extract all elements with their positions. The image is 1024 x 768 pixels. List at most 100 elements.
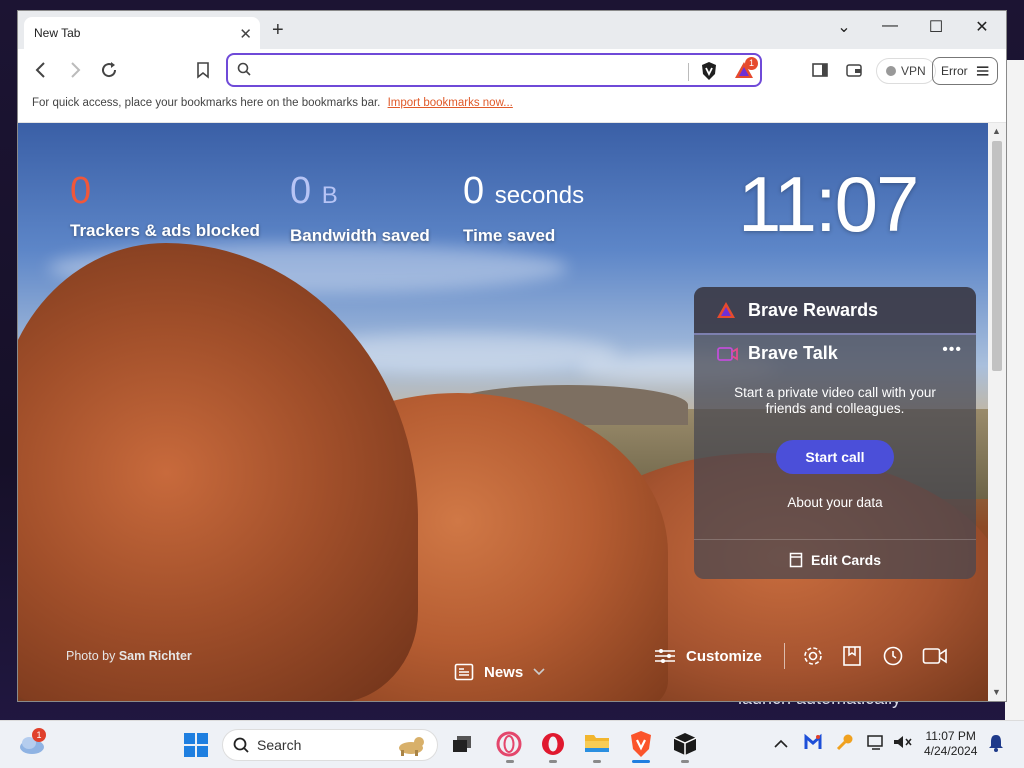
tab-new-tab[interactable]: New Tab ✕ (24, 17, 260, 49)
edit-cards-icon (789, 552, 803, 567)
volume-muted-icon[interactable] (892, 733, 912, 756)
search-icon (237, 62, 251, 76)
maximize-button[interactable]: ☐ (918, 17, 954, 37)
tab-title: New Tab (34, 26, 81, 40)
news-label: News (484, 663, 524, 681)
address-bar[interactable]: 1 (226, 53, 762, 87)
brave-talk-icon (717, 347, 738, 361)
show-hidden-icons-chevron-icon[interactable] (774, 735, 788, 753)
history-icon[interactable] (882, 645, 904, 672)
stat-bandwidth-label: Bandwidth saved (290, 226, 430, 245)
photo-credit-author[interactable]: Sam Richter (119, 649, 192, 663)
bookmark-icon[interactable] (196, 61, 210, 84)
error-label: Error (941, 64, 968, 78)
stat-bandwidth-unit: B (321, 182, 338, 209)
weather-notification-badge: 1 (32, 728, 46, 742)
close-tab-icon[interactable]: ✕ (239, 25, 252, 43)
search-highlight-dog-icon (399, 737, 424, 756)
opera-icon[interactable] (540, 731, 566, 762)
news-button[interactable]: News (454, 663, 545, 681)
reload-icon[interactable] (100, 61, 118, 84)
stat-time-value: 0 (463, 170, 485, 212)
system-clock[interactable]: 11:07 PM 4/24/2024 (924, 729, 977, 759)
video-call-icon[interactable] (922, 645, 948, 672)
red-rocks-left (18, 243, 418, 701)
taskbar: 1 Search 11:07 PM 4/24/2024 (0, 720, 1024, 768)
brave-talk-description: Start a private video call with your fri… (734, 385, 936, 416)
scroll-up-icon[interactable]: ▲ (992, 126, 1001, 136)
photo-credit: Photo by Sam Richter (66, 649, 192, 663)
new-tab-page: 0 Trackers & ads blocked 0 B Bandwidth s… (18, 123, 988, 701)
tab-search-chevron-icon[interactable]: ⌄ (826, 17, 862, 37)
stat-trackers: 0 Trackers & ads blocked (70, 169, 260, 241)
settings-gear-icon[interactable] (802, 645, 824, 672)
network-icon[interactable] (866, 733, 886, 756)
photo-credit-prefix: Photo by (66, 649, 116, 663)
hamburger-menu-icon (976, 66, 989, 76)
running-indicator (549, 760, 557, 763)
customize-button[interactable]: Customize (654, 647, 762, 665)
brave-rewards-title: Brave Rewards (748, 299, 879, 320)
sidebar-icon[interactable] (812, 62, 828, 82)
vpn-status-icon (886, 66, 896, 76)
chevron-down-icon (533, 668, 545, 676)
stat-trackers-value: 0 (70, 170, 92, 212)
vpn-button[interactable]: VPN (876, 58, 936, 84)
file-explorer-icon[interactable] (584, 732, 610, 759)
package-app-icon[interactable] (672, 731, 698, 762)
about-your-data-link[interactable]: About your data (694, 495, 976, 510)
import-bookmarks-link[interactable]: Import bookmarks now... (388, 97, 513, 109)
page-scrollbar[interactable]: ▲ ▼ (988, 123, 1006, 701)
system-date: 4/24/2024 (924, 744, 978, 758)
toolbar-divider (784, 643, 785, 669)
stat-bandwidth-value: 0 (290, 170, 312, 212)
brave-shields-icon[interactable] (700, 61, 718, 86)
address-separator (688, 63, 689, 81)
browser-window: New Tab ✕ + ⌄ — ☐ ✕ 1 VPN Error For quic… (18, 11, 1006, 701)
malwarebytes-icon[interactable] (804, 733, 822, 756)
stat-trackers-label: Trackers & ads blocked (70, 221, 260, 240)
forward-icon[interactable] (68, 61, 82, 84)
new-tab-button[interactable]: + (272, 19, 284, 42)
active-app-indicator (632, 760, 650, 763)
customize-label: Customize (686, 647, 762, 665)
bookmarks-icon[interactable] (842, 645, 862, 672)
wallet-icon[interactable] (846, 62, 862, 82)
brave-rewards-card-header[interactable]: Brave Rewards (694, 287, 976, 333)
task-view-icon[interactable] (452, 735, 472, 758)
rewards-notification-badge: 1 (745, 57, 758, 70)
stat-time-unit: seconds (494, 182, 585, 209)
vpn-label: VPN (901, 64, 926, 78)
edit-cards-button[interactable]: Edit Cards (694, 539, 976, 579)
close-window-button[interactable]: ✕ (964, 17, 1000, 37)
notifications-bell-icon[interactable] (988, 734, 1004, 757)
taskbar-search-label: Search (257, 737, 302, 753)
running-indicator (681, 760, 689, 763)
edit-cards-label: Edit Cards (810, 551, 881, 568)
windows-start-icon[interactable] (184, 733, 208, 762)
scroll-down-icon[interactable]: ▼ (992, 687, 1001, 697)
start-call-button[interactable]: Start call (776, 440, 894, 474)
background-window-edge (1005, 60, 1024, 720)
back-icon[interactable] (34, 61, 48, 84)
system-time: 11:07 PM (925, 729, 976, 743)
minimize-button[interactable]: — (872, 17, 908, 35)
toolbar: 1 VPN Error (18, 49, 1006, 95)
stat-bandwidth: 0 B Bandwidth saved (290, 169, 430, 246)
error-menu-button[interactable]: Error (932, 57, 998, 85)
search-icon (233, 737, 249, 753)
brave-rewards-icon (717, 302, 735, 318)
scrollbar-thumb[interactable] (992, 141, 1002, 371)
tab-strip: New Tab ✕ + ⌄ — ☐ ✕ (18, 11, 1006, 49)
address-input[interactable] (258, 60, 678, 82)
running-indicator (506, 760, 514, 763)
stat-time-label: Time saved (463, 226, 556, 245)
more-options-icon[interactable]: ••• (942, 341, 962, 359)
opera-gx-icon[interactable] (496, 731, 522, 762)
sliders-icon (655, 649, 675, 663)
key-icon[interactable] (836, 733, 854, 756)
brave-browser-icon[interactable] (628, 730, 654, 763)
taskbar-search[interactable]: Search (222, 729, 438, 761)
brave-talk-card-header[interactable]: Brave Talk (694, 333, 976, 371)
news-icon (454, 663, 474, 681)
